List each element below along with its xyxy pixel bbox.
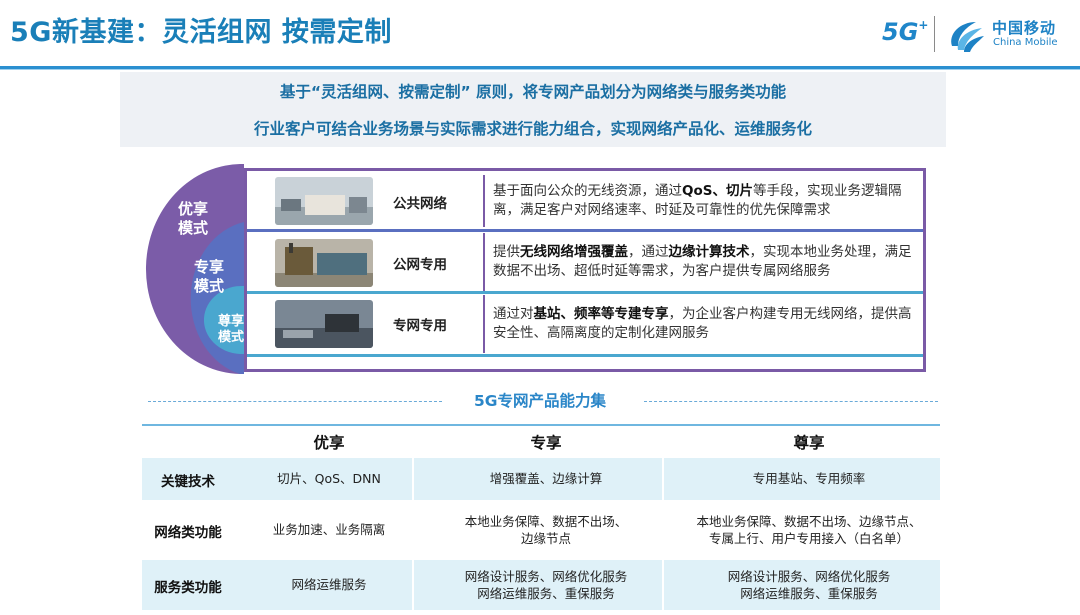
- table-cell: 业务加速、业务隔离: [272, 522, 386, 537]
- 5g-logo: 5G+: [882, 18, 929, 46]
- china-mobile-logo-subtext: China Mobile: [993, 37, 1058, 48]
- mode-row-public-dedicated: 公网专用 提供无线网络增强覆盖，通过边缘计算技术，实现本地业务处理，满足数据不出…: [247, 233, 923, 291]
- china-mobile-logo-text: 中国移动: [992, 19, 1057, 37]
- row-desc-public-dedicated: 提供无线网络增强覆盖，通过边缘计算技术，实现本地业务处理，满足数据不出场、超低时…: [493, 244, 912, 279]
- page-title: 5G新基建：灵活组网 按需定制: [10, 17, 392, 48]
- table-cell: 网络设计服务、网络优化服务 网络运维服务、重保服务: [464, 569, 628, 601]
- column-separator: [412, 458, 414, 500]
- header-col-2: 专享: [530, 434, 562, 452]
- table-cell: 网络设计服务、网络优化服务 网络运维服务、重保服务: [727, 569, 891, 601]
- row-separator: [247, 354, 923, 357]
- column-separator: [412, 560, 414, 610]
- table-cell: 切片、QoS、DNN: [277, 471, 381, 486]
- row-divider: [483, 295, 485, 353]
- header-divider-thin: [0, 69, 1080, 70]
- row-desc-public: 基于面向公众的无线资源，通过QoS、切片等手段，实现业务逻辑隔离，满足客户对网络…: [493, 183, 902, 218]
- dashed-rule-right: [644, 401, 938, 402]
- capability-set-title: 5G专网产品能力集: [473, 392, 606, 410]
- intro-line-1: 基于“灵活组网、按需定制” 原则，将专网产品划分为网络类与服务类功能: [279, 83, 787, 101]
- row-label: 服务类功能: [154, 580, 222, 596]
- private-dedicated-photo: [275, 300, 373, 348]
- china-mobile-logo-icon: [951, 22, 984, 52]
- table-cell: 增强覆盖、边缘计算: [489, 471, 603, 486]
- header-col-1: 优享: [313, 434, 345, 452]
- row-label: 关键技术: [161, 474, 215, 490]
- row-separator: [247, 229, 923, 232]
- row-name-private-dedicated: 专网专用: [393, 318, 447, 334]
- row-divider: [483, 233, 485, 291]
- table-header: 优享 专享 尊享: [142, 424, 940, 458]
- header-col-3: 尊享: [793, 434, 825, 452]
- table-cell: 本地业务保障、数据不出场、边缘节点、 专属上行、用户专用接入（白名单）: [696, 514, 922, 546]
- logo-divider: [934, 16, 935, 52]
- row-name-public: 公共网络: [393, 196, 447, 212]
- row-separator: [247, 291, 923, 294]
- table-row: 网络类功能 业务加速、业务隔离 本地业务保障、数据不出场、 边缘节点 本地业务保…: [142, 502, 940, 556]
- row-label: 网络类功能: [154, 525, 222, 541]
- mode-row-private-dedicated: 专网专用 通过对基站、频率等专建专享，为企业客户构建专用无线网络，提供高安全性、…: [247, 295, 923, 353]
- row-desc-private-dedicated: 通过对基站、频率等专建专享，为企业客户构建专用无线网络，提供高安全性、高隔离度的…: [493, 306, 912, 341]
- mode-row-public: 公共网络 基于面向公众的无线资源，通过QoS、切片等手段，实现业务逻辑隔离，满足…: [247, 175, 923, 227]
- row-name-public-dedicated: 公网专用: [393, 257, 447, 273]
- table-row: 服务类功能 网络运维服务 网络设计服务、网络优化服务 网络运维服务、重保服务 网…: [142, 560, 940, 610]
- row-divider: [483, 175, 485, 227]
- table-row: 关键技术 切片、QoS、DNN 增强覆盖、边缘计算 专用基站、专用频率: [142, 458, 940, 500]
- public-network-photo: [275, 177, 373, 225]
- public-dedicated-photo: [275, 239, 373, 287]
- intro-line-2: 行业客户可结合业务场景与实际需求进行能力组合，实现网络产品化、运维服务化: [253, 120, 812, 138]
- column-separator: [662, 560, 664, 610]
- table-cell: 网络运维服务: [291, 577, 367, 592]
- mode-label-honor: 尊享 模式: [218, 314, 245, 345]
- table-cell: 本地业务保障、数据不出场、 边缘节点: [464, 514, 628, 546]
- column-separator: [662, 458, 664, 500]
- intro-box: 基于“灵活组网、按需定制” 原则，将专网产品划分为网络类与服务类功能 行业客户可…: [120, 72, 946, 147]
- mode-label-exclusive: 专享 模式: [194, 258, 225, 295]
- mode-label-premium-share: 优享 模式: [178, 200, 209, 237]
- table-cell: 专用基站、专用频率: [752, 471, 866, 486]
- mode-rows-box: 公共网络 基于面向公众的无线资源，通过QoS、切片等手段，实现业务逻辑隔离，满足…: [244, 168, 926, 372]
